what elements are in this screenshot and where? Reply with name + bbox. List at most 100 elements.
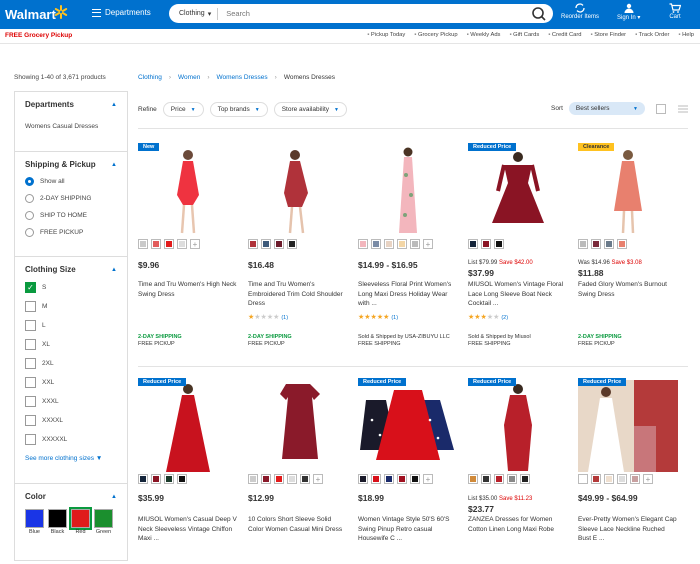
search-input[interactable]: Search — [218, 9, 531, 18]
size-option-l[interactable]: L — [25, 320, 117, 331]
variant-swatch[interactable] — [384, 239, 394, 249]
product-image[interactable] — [138, 380, 238, 472]
variant-swatch[interactable] — [177, 239, 187, 249]
variant-swatch[interactable] — [358, 239, 368, 249]
breadcrumb-womens-dresses[interactable]: Womens Dresses — [216, 74, 267, 81]
product-image[interactable] — [578, 145, 678, 237]
weekly-ads-link[interactable]: Weekly Ads — [467, 32, 500, 38]
pickup-today-link[interactable]: Pickup Today — [367, 32, 405, 38]
variant-swatch[interactable] — [177, 474, 187, 484]
product-title[interactable]: MIUSOL Women's Casual Deep V Neck Sleeve… — [138, 515, 238, 544]
variant-swatch[interactable] — [410, 474, 420, 484]
variant-swatch[interactable] — [151, 239, 161, 249]
variant-swatch[interactable] — [481, 474, 491, 484]
shipping-option-free-pickup[interactable]: FREE PICKUP — [25, 228, 117, 237]
variant-swatch[interactable] — [164, 239, 174, 249]
variant-swatch[interactable] — [591, 239, 601, 249]
product-image[interactable] — [358, 145, 458, 237]
variant-swatch[interactable] — [468, 474, 478, 484]
variant-swatch[interactable] — [578, 239, 588, 249]
variant-swatch[interactable] — [397, 474, 407, 484]
variant-swatch[interactable] — [371, 474, 381, 484]
more-variants-icon[interactable]: + — [190, 239, 200, 249]
product-image[interactable] — [468, 380, 568, 472]
checkbox[interactable] — [25, 358, 36, 369]
department-item[interactable]: Womens Casual Dresses — [25, 123, 117, 130]
price-filter-button[interactable]: Price ▼ — [162, 102, 204, 117]
more-variants-icon[interactable]: + — [423, 239, 433, 249]
variant-swatch[interactable] — [578, 474, 588, 484]
checkbox[interactable] — [25, 434, 36, 445]
product-image[interactable] — [358, 380, 458, 472]
breadcrumb-clothing[interactable]: Clothing — [138, 74, 162, 81]
variant-swatch[interactable] — [151, 474, 161, 484]
help-link[interactable]: Help — [678, 32, 694, 38]
more-variants-icon[interactable]: + — [643, 474, 653, 484]
variant-swatch[interactable] — [481, 239, 491, 249]
product-title[interactable]: Sleeveless Floral Print Women's Long Max… — [358, 280, 458, 309]
store-availability-filter-button[interactable]: Store availability ▼ — [273, 102, 347, 117]
variant-swatch[interactable] — [520, 474, 530, 484]
checkbox-checked[interactable]: ✓ — [25, 282, 36, 293]
product-image[interactable] — [468, 145, 568, 237]
variant-swatch[interactable] — [507, 474, 517, 484]
radio[interactable] — [25, 211, 34, 220]
variant-swatch[interactable] — [384, 474, 394, 484]
search-icon[interactable] — [531, 6, 547, 22]
variant-swatch[interactable] — [371, 239, 381, 249]
store-finder-link[interactable]: Store Finder — [591, 32, 626, 38]
variant-swatch[interactable] — [591, 474, 601, 484]
chevron-up-icon[interactable]: ▲ — [111, 102, 117, 108]
shipping-option-ship-home[interactable]: SHIP TO HOME — [25, 211, 117, 220]
credit-card-link[interactable]: Credit Card — [548, 32, 582, 38]
variant-swatch[interactable] — [164, 474, 174, 484]
gift-cards-link[interactable]: Gift Cards — [509, 32, 539, 38]
departments-button[interactable]: Departments — [92, 8, 151, 17]
radio[interactable] — [25, 194, 34, 203]
variant-swatch[interactable] — [358, 474, 368, 484]
variant-swatch[interactable] — [274, 239, 284, 249]
chevron-up-icon[interactable]: ▲ — [111, 494, 117, 500]
product-title[interactable]: Women Vintage Style 50'S 60'S Swing Pinu… — [358, 515, 458, 544]
size-option-xxl[interactable]: XXL — [25, 377, 117, 388]
color-filter-title[interactable]: Color — [25, 492, 117, 501]
shipping-option-show-all[interactable]: Show all — [25, 177, 117, 186]
variant-swatch[interactable] — [261, 474, 271, 484]
color-swatch-green[interactable] — [94, 509, 113, 528]
product-title[interactable]: Faded Glory Women's Burnout Swing Dress — [578, 280, 678, 299]
product-image[interactable] — [138, 145, 238, 237]
variant-swatch[interactable] — [287, 239, 297, 249]
more-variants-icon[interactable]: + — [423, 474, 433, 484]
rating-count[interactable]: (2) — [501, 315, 508, 321]
variant-swatch[interactable] — [138, 239, 148, 249]
size-option-s[interactable]: ✓ S — [25, 282, 117, 293]
walmart-logo[interactable]: Walmart — [5, 7, 56, 22]
variant-swatch[interactable] — [617, 239, 627, 249]
variant-swatch[interactable] — [410, 239, 420, 249]
color-swatch-red[interactable] — [69, 507, 92, 530]
free-grocery-pickup-link[interactable]: FREE Grocery Pickup — [5, 32, 72, 39]
size-option-m[interactable]: M — [25, 301, 117, 312]
top-brands-filter-button[interactable]: Top brands ▼ — [209, 102, 268, 117]
signin-button[interactable]: Sign In ▾ — [617, 3, 640, 21]
product-title[interactable]: Time and Tru Women's High Neck Swing Dre… — [138, 280, 238, 299]
size-filter-title[interactable]: Clothing Size — [25, 265, 117, 274]
variant-swatch[interactable] — [617, 474, 627, 484]
shipping-option-2day[interactable]: 2-DAY SHIPPING — [25, 194, 117, 203]
variant-swatch[interactable] — [248, 474, 258, 484]
variant-swatch[interactable] — [274, 474, 284, 484]
product-title[interactable]: 10 Colors Short Sleeve Solid Color Women… — [248, 515, 348, 534]
reorder-button[interactable]: Reorder Items — [561, 3, 599, 20]
variant-swatch[interactable] — [468, 239, 478, 249]
shipping-filter-title[interactable]: Shipping & Pickup — [25, 160, 117, 169]
rating-count[interactable]: (1) — [391, 315, 398, 321]
variant-swatch[interactable] — [494, 239, 504, 249]
product-title[interactable]: ZANZEA Dresses for Women Cotton Linen Lo… — [468, 515, 568, 534]
color-swatch-blue[interactable] — [25, 509, 44, 528]
radio-selected[interactable] — [25, 177, 34, 186]
checkbox[interactable] — [25, 339, 36, 350]
product-title[interactable]: Time and Tru Women's Embroidered Trim Co… — [248, 280, 348, 309]
track-order-link[interactable]: Track Order — [635, 32, 670, 38]
rating-count[interactable]: (1) — [281, 315, 288, 321]
cart-button[interactable]: Cart — [669, 3, 681, 20]
